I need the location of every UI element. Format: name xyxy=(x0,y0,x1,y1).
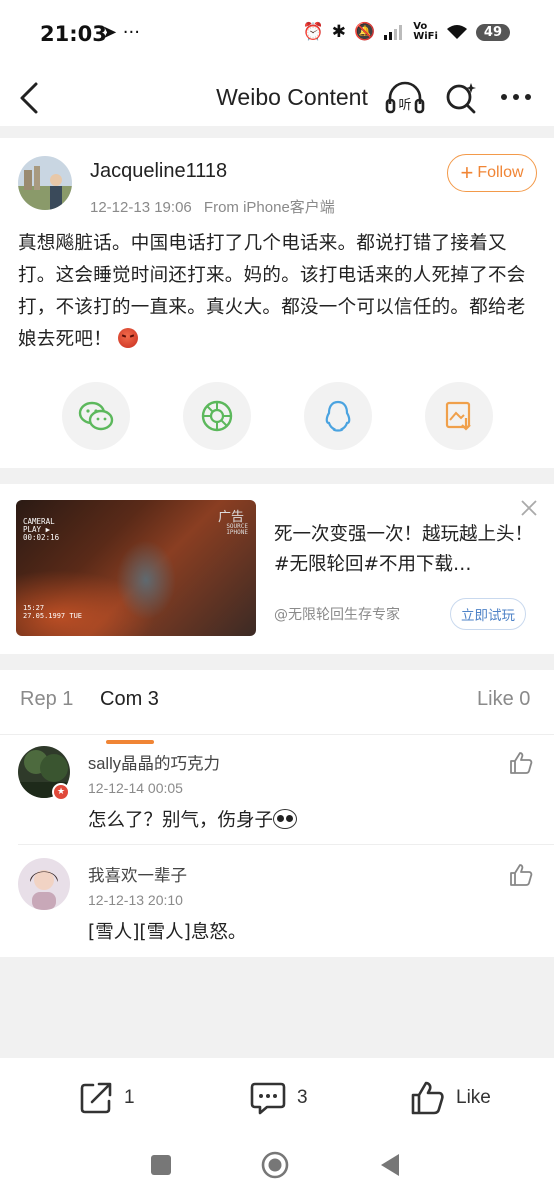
status-bar: 21:03 ➤ ··· ⏰ ✱ 🔕 Vo WiFi 49 xyxy=(0,0,554,72)
comment-text: 怎么了？别气，伤身子 xyxy=(88,806,298,832)
repost-button[interactable]: 1 xyxy=(78,1078,135,1118)
share-moments-button[interactable] xyxy=(183,382,251,450)
comment-button[interactable]: 3 xyxy=(249,1078,308,1118)
comments-section: Rep 1 Com 3 Like 0 ★ sally晶晶的巧克力 12-12-1… xyxy=(0,670,554,957)
like-button[interactable]: Like xyxy=(410,1078,491,1118)
status-time: 21:03 xyxy=(40,22,107,46)
user-avatar[interactable] xyxy=(18,156,72,210)
tab-comments[interactable]: Com 3 xyxy=(100,688,159,711)
mute-icon: 🔕 xyxy=(354,22,376,42)
like-label: Like xyxy=(456,1087,491,1108)
post-date: 12-12-13 19:06 xyxy=(90,199,192,216)
panda-emoji-icon xyxy=(273,809,298,829)
ad-camera-overlay: CAMERAL PLAY ▶ 00:02:16 xyxy=(23,517,60,542)
bluetooth-icon: ✱ xyxy=(331,22,347,42)
commenter-name[interactable]: sally晶晶的巧克力 xyxy=(88,750,220,774)
home-icon[interactable] xyxy=(260,1150,290,1180)
battery-indicator: 49 xyxy=(475,23,510,41)
try-now-button[interactable]: 立即试玩 xyxy=(450,598,526,630)
post-username[interactable]: Jacqueline1118 xyxy=(90,160,227,183)
ad-image-figure xyxy=(116,540,176,620)
ad-thumbnail[interactable]: CAMERAL PLAY ▶ 00:02:16 15:27 27.05.1997… xyxy=(16,500,256,636)
share-qq-button[interactable] xyxy=(304,382,372,450)
alarm-icon: ⏰ xyxy=(302,22,324,42)
ai-search-icon[interactable] xyxy=(443,80,479,116)
tab-reposts[interactable]: Rep 1 xyxy=(20,688,73,711)
ad-card[interactable]: CAMERAL PLAY ▶ 00:02:16 15:27 27.05.1997… xyxy=(0,484,554,654)
ad-source-overlay: SOURCE IPHONE xyxy=(226,523,248,536)
status-right-icons: ⏰ ✱ 🔕 Vo WiFi 49 xyxy=(303,22,510,42)
share-wechat-button[interactable] xyxy=(62,382,130,450)
thumbs-up-icon[interactable] xyxy=(508,862,534,888)
save-image-button[interactable] xyxy=(425,382,493,450)
qq-icon xyxy=(325,400,351,432)
commenter-name[interactable]: 我喜欢一辈子 xyxy=(88,862,187,886)
comment-text-content: 怎么了？别气，伤身子 xyxy=(88,810,274,831)
comment-icon xyxy=(250,1082,286,1115)
thumbs-up-icon[interactable] xyxy=(508,750,534,776)
post-source: From iPhone客户端 xyxy=(203,199,335,216)
angry-emoji-icon xyxy=(118,328,139,348)
follow-label: Follow xyxy=(477,164,524,181)
comment-divider xyxy=(18,844,554,845)
follow-button[interactable]: + Follow xyxy=(447,154,537,192)
wifi-icon xyxy=(446,25,467,39)
top-nav-bar: Weibo Content 听 xyxy=(0,72,554,126)
post-meta: 12-12-13 19:06 From iPhone客户端 xyxy=(90,196,335,217)
plus-icon: + xyxy=(460,160,474,185)
moments-icon xyxy=(201,400,233,432)
bottom-action-bar: 1 3 Like xyxy=(0,1058,554,1200)
divider xyxy=(0,734,554,735)
listen-headphones-icon[interactable]: 听 xyxy=(385,80,425,116)
signal-icon xyxy=(384,25,403,40)
comment-count: 3 xyxy=(297,1087,308,1108)
comment-time: 12-12-13 20:10 xyxy=(88,892,183,908)
back-icon[interactable] xyxy=(376,1150,406,1180)
svg-text:听: 听 xyxy=(398,98,411,113)
system-navigation-bar xyxy=(0,1150,554,1190)
active-tab-indicator xyxy=(106,740,154,744)
ad-source: @无限轮回生存专家 xyxy=(274,607,400,623)
ad-date-overlay: 15:27 27.05.1997 TUE xyxy=(23,604,83,620)
commenter-avatar[interactable] xyxy=(18,858,70,910)
more-options-icon[interactable] xyxy=(497,82,535,112)
close-icon[interactable] xyxy=(519,498,539,518)
share-row xyxy=(0,382,554,452)
wechat-icon xyxy=(78,401,114,431)
thumbs-up-icon xyxy=(411,1081,444,1115)
repost-count: 1 xyxy=(124,1087,135,1108)
ad-title[interactable]: 死一次变强一次！越玩越上头！#无限轮回#不用下载… xyxy=(274,520,538,580)
vowifi-icon: Vo WiFi xyxy=(413,21,438,42)
interaction-tabs: Rep 1 Com 3 Like 0 xyxy=(0,688,554,744)
recent-apps-icon[interactable] xyxy=(146,1150,176,1180)
post-text-content: 真想飚脏话。中国电话打了几个电话来。都说打错了接着又打。这会睡觉时间还打来。妈的… xyxy=(18,233,526,350)
post-card: Jacqueline1118 12-12-13 19:06 From iPhon… xyxy=(0,138,554,468)
comment-time: 12-12-14 00:05 xyxy=(88,780,183,796)
post-text: 真想飚脏话。中国电话打了几个电话来。都说打错了接着又打。这会睡觉时间还打来。妈的… xyxy=(18,228,538,356)
status-notification-icons: ➤ ··· xyxy=(102,22,140,43)
comment-text: [雪人][雪人]息怒。 xyxy=(88,922,247,943)
repost-icon xyxy=(80,1082,112,1114)
verified-badge-icon: ★ xyxy=(52,783,70,801)
tab-likes[interactable]: Like 0 xyxy=(477,688,530,711)
save-image-icon xyxy=(445,401,471,431)
